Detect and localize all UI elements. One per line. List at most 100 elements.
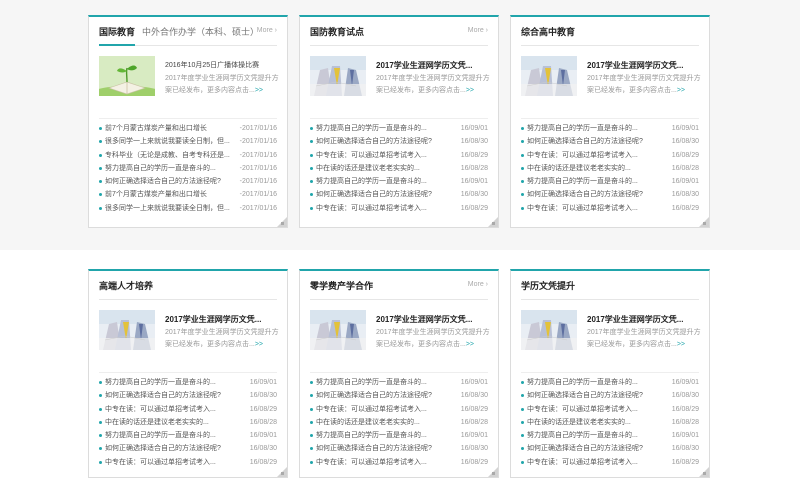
card-national-defense-education: 国防教育试点 More 2017学业生涯网学历文凭... 2017年度学业生涯网学历文…	[299, 15, 499, 228]
featured-news[interactable]: 2017学业生涯网学历文凭... 2017年度学业生涯网学历文凭提升方案已经发布，…	[99, 310, 279, 366]
list-item[interactable]: 中专在读：可以通过单招考试考入... 16/08/29	[310, 201, 488, 216]
list-item[interactable]: 努力提高自己的学历一直是奋斗的... 16/09/01	[521, 122, 699, 136]
students-image[interactable]	[310, 56, 366, 96]
tab-sino-foreign-cooperation[interactable]: 中外合作办学（本科、硕士）	[142, 25, 259, 38]
divider	[310, 372, 488, 373]
list-item[interactable]: 很多同学一上来就说我要读全日制，但... -2017/01/16	[99, 135, 277, 149]
card-diploma-upgrade: 学历文凭提升 2017学业生涯网学历文凭... 2017年度学业生涯网学历文凭提升方…	[510, 269, 710, 478]
featured-date-title[interactable]: 2016年10月25日广播体操比赛	[165, 60, 259, 70]
divider	[521, 372, 699, 373]
featured-more-link[interactable]: >>	[255, 87, 263, 94]
list-item[interactable]: 中专在读：可以通过单招考试考入... 16/08/29	[310, 402, 488, 416]
list-item[interactable]: 中在读的话还是建议老老实实的... 16/08/28	[521, 415, 699, 430]
featured-description: 2017年度学业生涯网学历文凭提升方案已经发布，更多内容点击...>>	[376, 329, 490, 348]
list-item[interactable]: 努力提高自己的学历一直是奋斗的... 16/09/01	[310, 429, 488, 443]
list-item[interactable]: 如何正确选择适合自己的方法途径呢? 16/08/30	[521, 389, 699, 403]
list-item[interactable]: 如何正确选择适合自己的方法途径呢? -2017/01/16	[99, 175, 277, 189]
list-item[interactable]: 如何正确选择适合自己的方法途径呢? 16/08/30	[310, 188, 488, 202]
corner-fold-icon	[488, 217, 498, 227]
divider	[99, 372, 277, 373]
featured-title[interactable]: 2017学业生涯网学历文凭...	[376, 314, 472, 325]
news-list: 努力提高自己的学历一直是奋斗的... 16/09/01 如何正确选择适合自己的方法途…	[89, 376, 287, 470]
featured-more-link[interactable]: >>	[255, 341, 263, 348]
list-item[interactable]: 专科毕业（无论是成教、自考专科还是... -2017/01/16	[99, 148, 277, 162]
list-item[interactable]: 如何正确选择适合自己的方法途径呢? 16/08/30	[310, 135, 488, 149]
list-item[interactable]: 前7个月蒙古煤炭产量和出口增长 -2017/01/16	[99, 188, 277, 202]
featured-title[interactable]: 2017学业生涯网学历文凭...	[587, 314, 683, 325]
featured-news[interactable]: 2017学业生涯网学历文凭... 2017年度学业生涯网学历文凭提升方案已经发布，…	[310, 310, 490, 366]
list-item[interactable]: 中在读的话还是建议老老实实的... 16/08/28	[310, 415, 488, 430]
list-item[interactable]: 中专在读：可以通过单招考试考入... 16/08/29	[310, 455, 488, 470]
list-item[interactable]: 努力提高自己的学历一直是奋斗的... -2017/01/16	[99, 161, 277, 176]
list-item[interactable]: 中专在读：可以通过单招考试考入... 16/08/29	[521, 455, 699, 470]
list-item[interactable]: 前7个月蒙古煤炭产量和出口增长 -2017/01/16	[99, 122, 277, 136]
card-international-education: 国际教育 中外合作办学（本科、硕士） More 2016年10月25日广播体操比…	[88, 15, 288, 228]
divider	[99, 118, 277, 119]
featured-news[interactable]: 2017学业生涯网学历文凭... 2017年度学业生涯网学历文凭提升方案已经发布，…	[310, 56, 490, 112]
card-comprehensive-high-school: 综合高中教育 2017学业生涯网学历文凭... 2017年度学业生涯网学历文凭提升方…	[510, 15, 710, 228]
list-item[interactable]: 如何正确选择适合自己的方法途径呢? 16/08/30	[521, 188, 699, 202]
list-item[interactable]: 中专在读：可以通过单招考试考入... 16/08/29	[521, 201, 699, 216]
card-header: 综合高中教育	[521, 17, 699, 46]
list-item[interactable]: 中在读的话还是建议老老实实的... 16/08/28	[99, 415, 277, 430]
featured-more-link[interactable]: >>	[677, 341, 685, 348]
featured-description: 2017年度学业生涯网学历文凭提升方案已经发布，更多内容点击...>>	[165, 329, 279, 348]
list-item[interactable]: 努力提高自己的学历一直是奋斗的... 16/09/01	[521, 175, 699, 189]
corner-fold-icon	[699, 217, 709, 227]
list-item[interactable]: 中专在读：可以通过单招考试考入... 16/08/29	[310, 148, 488, 162]
list-item[interactable]: 努力提高自己的学历一直是奋斗的... 16/09/01	[99, 429, 277, 443]
featured-title[interactable]: 2017学业生涯网学历文凭...	[376, 60, 472, 71]
tab-international-education[interactable]: 国际教育	[99, 25, 136, 46]
card-title[interactable]: 学历文凭提升	[521, 279, 575, 292]
list-item[interactable]: 中专在读：可以通过单招考试考入... 16/08/29	[521, 148, 699, 162]
divider	[310, 118, 488, 119]
card-high-end-talent: 高端人才培养 2017学业生涯网学历文凭... 2017年度学业生涯网学历文凭提升方…	[88, 269, 288, 478]
students-image[interactable]	[310, 310, 366, 350]
card-title[interactable]: 综合高中教育	[521, 25, 575, 38]
list-item[interactable]: 努力提高自己的学历一直是奋斗的... 16/09/01	[310, 175, 488, 189]
list-item[interactable]: 努力提高自己的学历一直是奋斗的... 16/09/01	[310, 376, 488, 390]
featured-description: 2017年度学业生涯网学历文凭提升方案已经发布，更多内容点击...>>	[587, 329, 701, 348]
list-item[interactable]: 如何正确选择适合自己的方法途径呢? 16/08/30	[521, 442, 699, 456]
list-item[interactable]: 如何正确选择适合自己的方法途径呢? 16/08/30	[99, 442, 277, 456]
featured-description: 2017年度学业生涯网学历文凭提升方案已经发布，更多内容点击...>>	[165, 75, 279, 94]
list-item[interactable]: 很多同学一上来就说我要读全日制，但... -2017/01/16	[99, 201, 277, 216]
more-link[interactable]: More	[468, 281, 488, 288]
list-item[interactable]: 如何正确选择适合自己的方法途径呢? 16/08/30	[310, 442, 488, 456]
featured-news[interactable]: 2016年10月25日广播体操比赛 2017年度学业生涯网学历文凭提升方案已经发…	[99, 56, 279, 112]
more-link[interactable]: More	[257, 27, 277, 34]
students-image[interactable]	[521, 310, 577, 350]
list-item[interactable]: 努力提高自己的学历一直是奋斗的... 16/09/01	[521, 429, 699, 443]
book-sprout-image[interactable]	[99, 56, 155, 96]
featured-more-link[interactable]: >>	[466, 341, 474, 348]
list-item[interactable]: 中在读的话还是建议老老实实的... 16/08/28	[310, 161, 488, 176]
list-item[interactable]: 中在读的话还是建议老老实实的... 16/08/28	[521, 161, 699, 176]
card-title[interactable]: 国防教育试点	[310, 25, 364, 38]
corner-fold-icon	[277, 467, 287, 477]
featured-more-link[interactable]: >>	[677, 87, 685, 94]
students-image[interactable]	[521, 56, 577, 96]
featured-news[interactable]: 2017学业生涯网学历文凭... 2017年度学业生涯网学历文凭提升方案已经发布，…	[521, 56, 701, 112]
card-zero-tuition-cooperation: 零学费产学合作 More 2017学业生涯网学历文凭... 2017年度学业生涯网学历…	[299, 269, 499, 478]
list-item[interactable]: 如何正确选择适合自己的方法途径呢? 16/08/30	[521, 135, 699, 149]
list-item[interactable]: 努力提高自己的学历一直是奋斗的... 16/09/01	[310, 122, 488, 136]
card-title[interactable]: 高端人才培养	[99, 279, 153, 292]
list-item[interactable]: 如何正确选择适合自己的方法途径呢? 16/08/30	[99, 389, 277, 403]
list-item[interactable]: 中专在读：可以通过单招考试考入... 16/08/29	[521, 402, 699, 416]
list-item[interactable]: 努力提高自己的学历一直是奋斗的... 16/09/01	[99, 376, 277, 390]
list-item[interactable]: 中专在读：可以通过单招考试考入... 16/08/29	[99, 455, 277, 470]
list-item[interactable]: 努力提高自己的学历一直是奋斗的... 16/09/01	[521, 376, 699, 390]
card-header: 国防教育试点 More	[310, 17, 488, 46]
featured-title[interactable]: 2017学业生涯网学历文凭...	[587, 60, 683, 71]
card-title[interactable]: 零学费产学合作	[310, 279, 373, 292]
featured-description: 2017年度学业生涯网学历文凭提升方案已经发布，更多内容点击...>>	[376, 75, 490, 94]
featured-title[interactable]: 2017学业生涯网学历文凭...	[165, 314, 261, 325]
featured-more-link[interactable]: >>	[466, 87, 474, 94]
list-item[interactable]: 中专在读：可以通过单招考试考入... 16/08/29	[99, 402, 277, 416]
corner-fold-icon	[488, 467, 498, 477]
list-item[interactable]: 如何正确选择适合自己的方法途径呢? 16/08/30	[310, 389, 488, 403]
card-header: 学历文凭提升	[521, 271, 699, 300]
students-image[interactable]	[99, 310, 155, 350]
more-link[interactable]: More	[468, 27, 488, 34]
featured-news[interactable]: 2017学业生涯网学历文凭... 2017年度学业生涯网学历文凭提升方案已经发布，…	[521, 310, 701, 366]
